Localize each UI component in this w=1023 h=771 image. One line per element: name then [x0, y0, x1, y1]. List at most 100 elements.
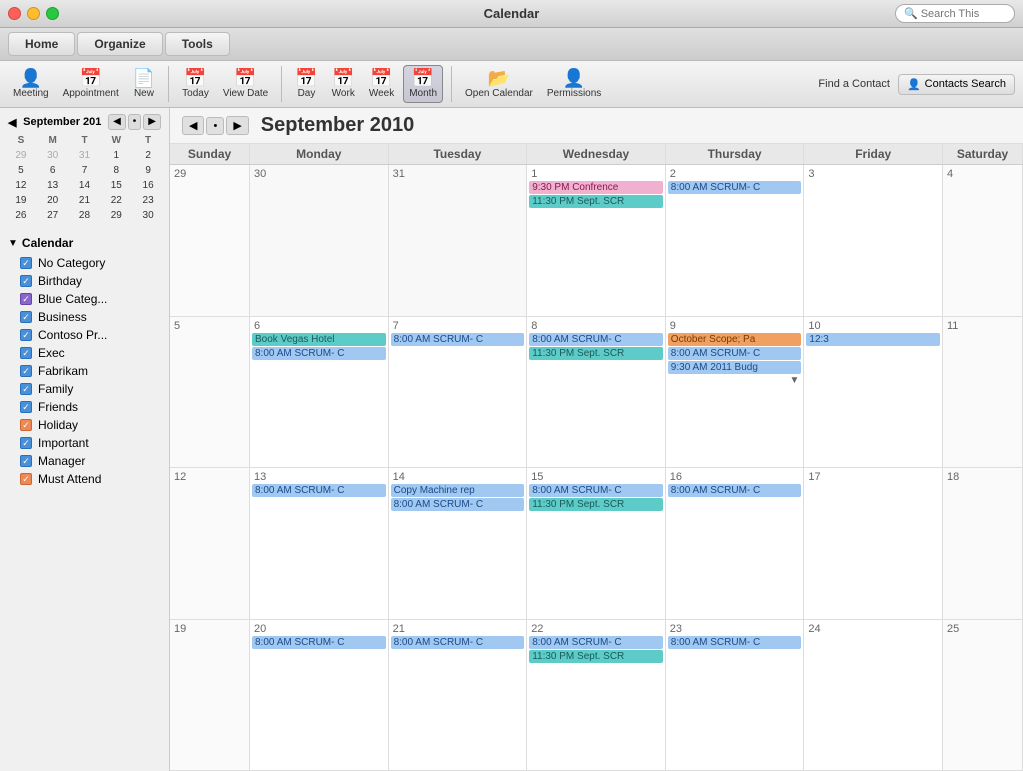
- calendar-item-birthday[interactable]: Birthday: [0, 272, 169, 290]
- event-3-1-0[interactable]: 8:00 AM SCRUM- C: [252, 636, 386, 649]
- mini-cal-day[interactable]: 14: [70, 179, 100, 192]
- checkbox-contoso[interactable]: [20, 329, 32, 341]
- mini-cal-day[interactable]: 2: [133, 149, 163, 162]
- mini-cal-day[interactable]: 6: [38, 164, 68, 177]
- event-0-3-1[interactable]: 11:30 PM Sept. SCR: [529, 195, 663, 208]
- minimize-button[interactable]: [27, 7, 40, 20]
- checkbox-exec[interactable]: [20, 347, 32, 359]
- appointment-button[interactable]: 📅 Appointment: [58, 66, 124, 102]
- event-2-2-0[interactable]: Copy Machine rep: [391, 484, 525, 497]
- checkbox-birthday[interactable]: [20, 275, 32, 287]
- event-3-3-1[interactable]: 11:30 PM Sept. SCR: [529, 650, 663, 663]
- cal-cell-9[interactable]: 9October Scope; Pa8:00 AM SCRUM- C9:30 A…: [666, 317, 805, 468]
- work-button[interactable]: 📅 Work: [327, 66, 360, 102]
- mini-cal-back[interactable]: ◀: [108, 114, 126, 130]
- close-button[interactable]: [8, 7, 21, 20]
- maximize-button[interactable]: [46, 7, 59, 20]
- mini-cal-day[interactable]: 16: [133, 179, 163, 192]
- calendar-list-header[interactable]: ▼ Calendar: [0, 232, 169, 254]
- calendar-item-family[interactable]: Family: [0, 380, 169, 398]
- mini-cal-day[interactable]: 21: [70, 194, 100, 207]
- cal-cell-19[interactable]: 19: [170, 620, 250, 771]
- month-button[interactable]: 📅 Month: [403, 65, 443, 103]
- event-1-4-2[interactable]: 9:30 AM 2011 Budg: [668, 361, 802, 374]
- cal-cell-21[interactable]: 218:00 AM SCRUM- C: [389, 620, 528, 771]
- search-input[interactable]: [921, 8, 1006, 20]
- calendar-item-exec[interactable]: Exec: [0, 344, 169, 362]
- mini-cal-day[interactable]: 7: [70, 164, 100, 177]
- calendar-item-must-attend[interactable]: Must Attend: [0, 470, 169, 488]
- permissions-button[interactable]: 👤 Permissions: [542, 66, 606, 102]
- event-3-2-0[interactable]: 8:00 AM SCRUM- C: [391, 636, 525, 649]
- cal-cell-13[interactable]: 138:00 AM SCRUM- C: [250, 468, 389, 619]
- mini-cal-day[interactable]: 8: [101, 164, 131, 177]
- event-1-2-0[interactable]: 8:00 AM SCRUM- C: [391, 333, 525, 346]
- cal-cell-8[interactable]: 88:00 AM SCRUM- C11:30 PM Sept. SCR: [527, 317, 666, 468]
- cal-cell-29[interactable]: 29: [170, 165, 250, 316]
- today-button[interactable]: 📅 Today: [177, 66, 214, 102]
- event-1-5-0[interactable]: 12:3: [806, 333, 940, 346]
- mini-cal-day[interactable]: 23: [133, 194, 163, 207]
- week-button[interactable]: 📅 Week: [364, 66, 399, 102]
- event-1-1-0[interactable]: Book Vegas Hotel: [252, 333, 386, 346]
- meeting-button[interactable]: 👤 Meeting: [8, 66, 54, 102]
- cal-cell-4[interactable]: 4: [943, 165, 1023, 316]
- cal-cell-18[interactable]: 18: [943, 468, 1023, 619]
- search-box[interactable]: 🔍: [895, 4, 1015, 23]
- cal-cell-1[interactable]: 19:30 PM Confrence11:30 PM Sept. SCR: [527, 165, 666, 316]
- event-1-3-0[interactable]: 8:00 AM SCRUM- C: [529, 333, 663, 346]
- checkbox-must-attend[interactable]: [20, 473, 32, 485]
- mini-cal-day[interactable]: 13: [38, 179, 68, 192]
- mini-cal-day[interactable]: 31: [70, 149, 100, 162]
- cal-cell-3[interactable]: 3: [804, 165, 943, 316]
- checkbox-business[interactable]: [20, 311, 32, 323]
- event-1-3-1[interactable]: 11:30 PM Sept. SCR: [529, 347, 663, 360]
- mini-cal-day[interactable]: 27: [38, 209, 68, 222]
- cal-cell-11[interactable]: 11: [943, 317, 1023, 468]
- checkbox-important[interactable]: [20, 437, 32, 449]
- mini-cal-day[interactable]: 28: [70, 209, 100, 222]
- checkbox-fabrikam[interactable]: [20, 365, 32, 377]
- sidebar-scroll[interactable]: ▼ Calendar No CategoryBirthdayBlue Categ…: [0, 228, 169, 771]
- cal-cell-16[interactable]: 168:00 AM SCRUM- C: [666, 468, 805, 619]
- checkbox-friends[interactable]: [20, 401, 32, 413]
- event-1-4-0[interactable]: October Scope; Pa: [668, 333, 802, 346]
- event-2-2-1[interactable]: 8:00 AM SCRUM- C: [391, 498, 525, 511]
- cal-cell-10[interactable]: 1012:3: [804, 317, 943, 468]
- mini-cal-day[interactable]: 19: [6, 194, 36, 207]
- cal-cell-23[interactable]: 238:00 AM SCRUM- C: [666, 620, 805, 771]
- more-events-indicator[interactable]: ▼: [668, 375, 802, 386]
- calendar-item-friends[interactable]: Friends: [0, 398, 169, 416]
- checkbox-no-category[interactable]: [20, 257, 32, 269]
- tab-tools[interactable]: Tools: [165, 32, 230, 56]
- event-2-3-1[interactable]: 11:30 PM Sept. SCR: [529, 498, 663, 511]
- mini-cal-day[interactable]: 1: [101, 149, 131, 162]
- cal-cell-7[interactable]: 78:00 AM SCRUM- C: [389, 317, 528, 468]
- cal-cell-17[interactable]: 17: [804, 468, 943, 619]
- calendar-item-manager[interactable]: Manager: [0, 452, 169, 470]
- cal-today-button[interactable]: •: [206, 117, 224, 135]
- view-date-button[interactable]: 📅 View Date: [218, 66, 273, 102]
- event-3-4-0[interactable]: 8:00 AM SCRUM- C: [668, 636, 802, 649]
- event-0-3-0[interactable]: 9:30 PM Confrence: [529, 181, 663, 194]
- calendar-item-important[interactable]: Important: [0, 434, 169, 452]
- open-calendar-button[interactable]: 📂 Open Calendar: [460, 66, 538, 102]
- event-1-1-1[interactable]: 8:00 AM SCRUM- C: [252, 347, 386, 360]
- checkbox-family[interactable]: [20, 383, 32, 395]
- event-2-4-0[interactable]: 8:00 AM SCRUM- C: [668, 484, 802, 497]
- mini-cal-day[interactable]: 30: [133, 209, 163, 222]
- event-0-4-0[interactable]: 8:00 AM SCRUM- C: [668, 181, 802, 194]
- event-3-3-0[interactable]: 8:00 AM SCRUM- C: [529, 636, 663, 649]
- event-2-3-0[interactable]: 8:00 AM SCRUM- C: [529, 484, 663, 497]
- mini-cal-day[interactable]: 29: [6, 149, 36, 162]
- mini-cal-day[interactable]: 22: [101, 194, 131, 207]
- cal-cell-25[interactable]: 25: [943, 620, 1023, 771]
- event-1-4-1[interactable]: 8:00 AM SCRUM- C: [668, 347, 802, 360]
- cal-cell-6[interactable]: 6Book Vegas Hotel8:00 AM SCRUM- C: [250, 317, 389, 468]
- calendar-item-contoso[interactable]: Contoso Pr...: [0, 326, 169, 344]
- mini-cal-day[interactable]: 29: [101, 209, 131, 222]
- mini-cal-day[interactable]: 12: [6, 179, 36, 192]
- calendar-item-no-category[interactable]: No Category: [0, 254, 169, 272]
- cal-cell-22[interactable]: 228:00 AM SCRUM- C11:30 PM Sept. SCR: [527, 620, 666, 771]
- contacts-search-button[interactable]: 👤 Contacts Search: [898, 74, 1015, 95]
